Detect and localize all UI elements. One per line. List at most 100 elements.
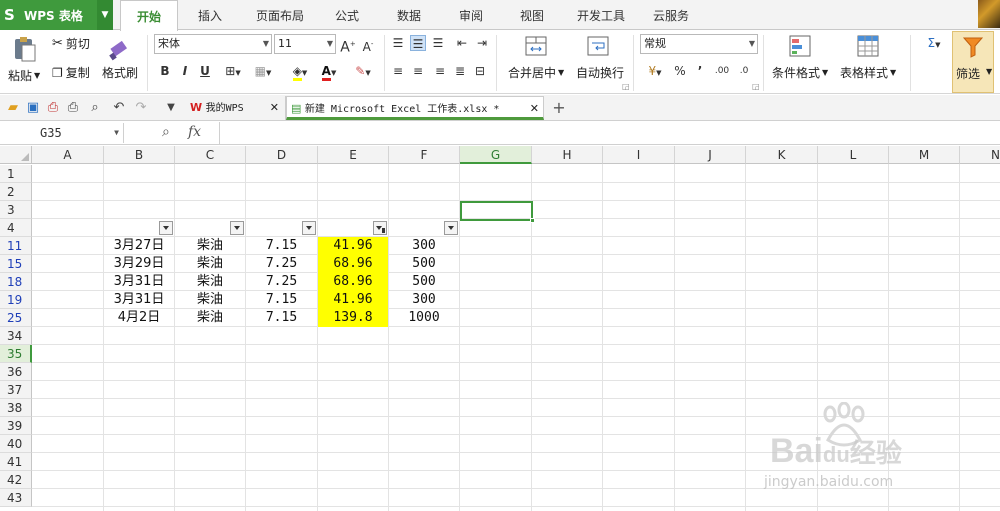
row-header-39[interactable]: 39 [0,417,32,435]
row-header-11[interactable]: 11 [0,237,32,255]
alignment-dialog-launcher[interactable]: ◲ [622,82,630,91]
fill-color-button[interactable]: ◈▼ [286,63,314,81]
print-preview-icon[interactable]: ⌕ [86,99,104,117]
column-header-e[interactable]: E [318,146,389,164]
cell-d11[interactable]: 7.15 [246,237,317,255]
row-header-35[interactable]: 35 [0,345,32,363]
row-header-2[interactable]: 2 [0,183,32,201]
menu-tab-developer[interactable]: 开发工具 [568,0,634,30]
row-header-3[interactable]: 3 [0,201,32,219]
autosum-button[interactable]: Σ▼ [922,35,946,51]
fill-pattern-button[interactable]: ▦▼ [250,63,276,79]
column-header-h[interactable]: H [532,146,603,164]
merge-center-icon[interactable] [524,33,550,59]
column-header-k[interactable]: K [746,146,818,164]
merge-center-button[interactable]: 合并居中 ▼ [508,64,564,81]
menu-tab-home[interactable]: 开始 [120,0,178,31]
cell-f18[interactable]: 500 [389,273,459,291]
cell-b11[interactable]: 3月27日 [104,237,174,255]
conditional-format-button[interactable]: 条件格式 ▼ [772,64,828,81]
font-size-select[interactable]: 11 ▼ [274,34,336,54]
decrease-font-button[interactable]: A- [360,36,376,54]
paste-icon[interactable] [12,35,40,63]
filter-active-dropdown-icon[interactable] [373,221,387,235]
menu-tab-page-layout[interactable]: 页面布局 [246,0,314,30]
row-header-1[interactable]: 1 [0,165,32,183]
bold-button[interactable]: B [157,63,173,79]
zoom-search-icon[interactable]: ⌕ [162,124,170,140]
close-icon[interactable]: ✕ [530,97,539,120]
table-style-button[interactable]: 表格样式 ▼ [840,64,896,81]
new-tab-plus-icon[interactable]: + [550,99,568,117]
borders-button[interactable]: ⊞▼ [221,63,245,79]
align-center-button[interactable]: ≡ [410,63,426,79]
row-header-25[interactable]: 25 [0,309,32,327]
cell-d18[interactable]: 7.25 [246,273,317,291]
insert-function-button[interactable]: fx [188,124,201,140]
column-header-j[interactable]: J [675,146,746,164]
cell-e18[interactable]: 68.96 [318,273,388,291]
row-header-43[interactable]: 43 [0,489,32,507]
open-folder-icon[interactable]: ▰ [4,99,22,117]
print-icon[interactable]: ⎙ [64,99,82,117]
number-format-select[interactable]: 常规 ▼ [640,34,758,54]
redo-icon[interactable]: ↷ [132,99,150,117]
row-header-38[interactable]: 38 [0,399,32,417]
cell-b19[interactable]: 3月31日 [104,291,174,309]
customize-toolbar-chevron-icon[interactable]: ▼ [162,99,180,117]
formula-input[interactable] [222,122,998,144]
menu-tab-formulas[interactable]: 公式 [322,0,372,30]
increase-font-button[interactable]: A+ [340,36,356,56]
font-color-button[interactable]: A▼ [316,63,342,81]
close-icon[interactable]: ✕ [270,96,279,119]
align-bottom-button[interactable]: ☰ [430,35,446,51]
select-all-button[interactable] [0,146,32,164]
cell-e11[interactable]: 41.96 [318,237,388,255]
cell-d15[interactable]: 7.25 [246,255,317,273]
row-header-42[interactable]: 42 [0,471,32,489]
name-box[interactable]: G35 ▼ [0,123,124,143]
column-header-c[interactable]: C [175,146,246,164]
percent-button[interactable]: % [672,63,688,79]
table-style-icon[interactable] [856,33,882,59]
row-header-37[interactable]: 37 [0,381,32,399]
column-header-l[interactable]: L [818,146,889,164]
menu-tab-review[interactable]: 审阅 [446,0,496,30]
cell-f25[interactable]: 1000 [389,309,459,327]
align-top-button[interactable]: ☰ [390,35,406,51]
column-header-f[interactable]: F [389,146,460,164]
cell-f15[interactable]: 500 [389,255,459,273]
tab-workbook[interactable]: ▤ 新建 Microsoft Excel 工作表.xlsx * ✕ [286,96,544,120]
increase-decimal-button[interactable]: .00 [714,63,730,79]
filter-dropdown-icon[interactable] [230,221,244,235]
font-name-select[interactable]: 宋体 ▼ [154,34,272,54]
user-avatar[interactable] [978,0,1000,28]
cell-c19[interactable]: 柴油 [175,291,245,309]
row-header-40[interactable]: 40 [0,435,32,453]
align-right-button[interactable]: ≡ [432,63,448,79]
cell-f19[interactable]: 300 [389,291,459,309]
filter-dropdown-icon[interactable] [444,221,458,235]
conditional-format-icon[interactable] [788,33,814,59]
justify-button[interactable]: ≣ [452,63,468,79]
column-header-a[interactable]: A [32,146,104,164]
row-header-41[interactable]: 41 [0,453,32,471]
menu-tab-data[interactable]: 数据 [384,0,434,30]
active-cell-selection[interactable] [460,201,535,223]
cell-c25[interactable]: 柴油 [175,309,245,327]
chevron-down-icon[interactable]: ▼ [97,0,113,30]
export-pdf-icon[interactable]: ⎙ [44,99,62,117]
format-painter-icon[interactable] [106,35,134,63]
column-header-d[interactable]: D [246,146,318,164]
wrap-text-icon[interactable] [586,33,612,59]
increase-indent-button[interactable]: ⇥ [474,35,490,51]
column-header-n[interactable]: N [960,146,1000,164]
copy-button[interactable]: ❐ 复制 [52,64,90,81]
filter-dropdown-icon[interactable] [302,221,316,235]
cell-b18[interactable]: 3月31日 [104,273,174,291]
cell-c15[interactable]: 柴油 [175,255,245,273]
column-header-g[interactable]: G [460,146,532,164]
fill-handle[interactable] [530,218,535,223]
underline-button[interactable]: U [197,63,213,79]
filter-dropdown-icon[interactable] [159,221,173,235]
